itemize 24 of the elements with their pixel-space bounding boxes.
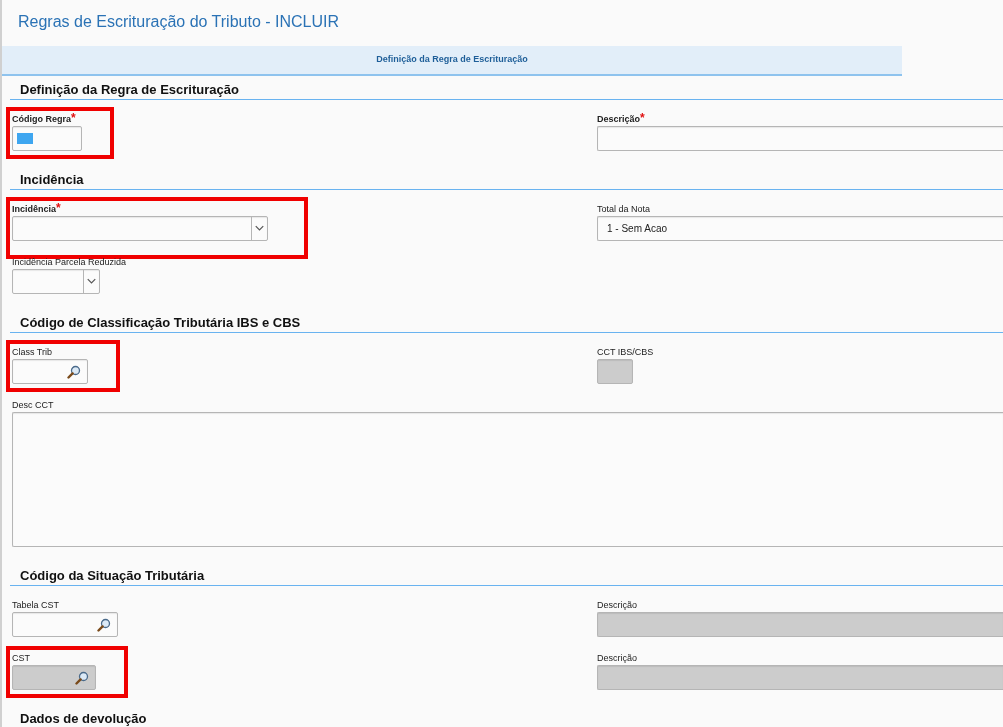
section-heading: Incidência [10, 172, 1003, 190]
required-asterisk: * [71, 113, 76, 123]
required-asterisk: * [56, 203, 61, 213]
field-label: Desc CCT [12, 399, 54, 411]
text-field[interactable]: 1 - Sem Acao [597, 216, 1003, 241]
section-heading: Definição da Regra de Escrituração [10, 82, 1003, 100]
field-label: Descrição [597, 652, 637, 664]
field-label: Class Trib [12, 346, 52, 358]
section-tab[interactable]: Definição da Regra de Escrituração [2, 46, 902, 76]
field-label: CCT IBS/CBS [597, 346, 654, 358]
section-heading: Código da Situação Tributária [10, 568, 1003, 586]
section-heading: Código de Classificação Tributária IBS e CBS [10, 315, 1003, 333]
field-label: CST [12, 652, 30, 664]
field-label: Incidência [12, 204, 56, 215]
field-label: Tabela CST [12, 599, 60, 611]
field-label: Incidência Parcela Reduzida [12, 256, 127, 268]
page-title: Regras de Escrituração do Tributo - INCLUIR [17, 12, 340, 32]
field-label: Total da Nota [597, 203, 651, 215]
field-label: Descrição [597, 114, 641, 125]
field-label: Código Regra [12, 114, 71, 125]
field-label: Descrição [597, 599, 637, 611]
section-heading: Dados de devolução [10, 711, 1003, 727]
required-asterisk: * [640, 113, 645, 123]
field-value: 1 - Sem Acao [606, 222, 668, 236]
